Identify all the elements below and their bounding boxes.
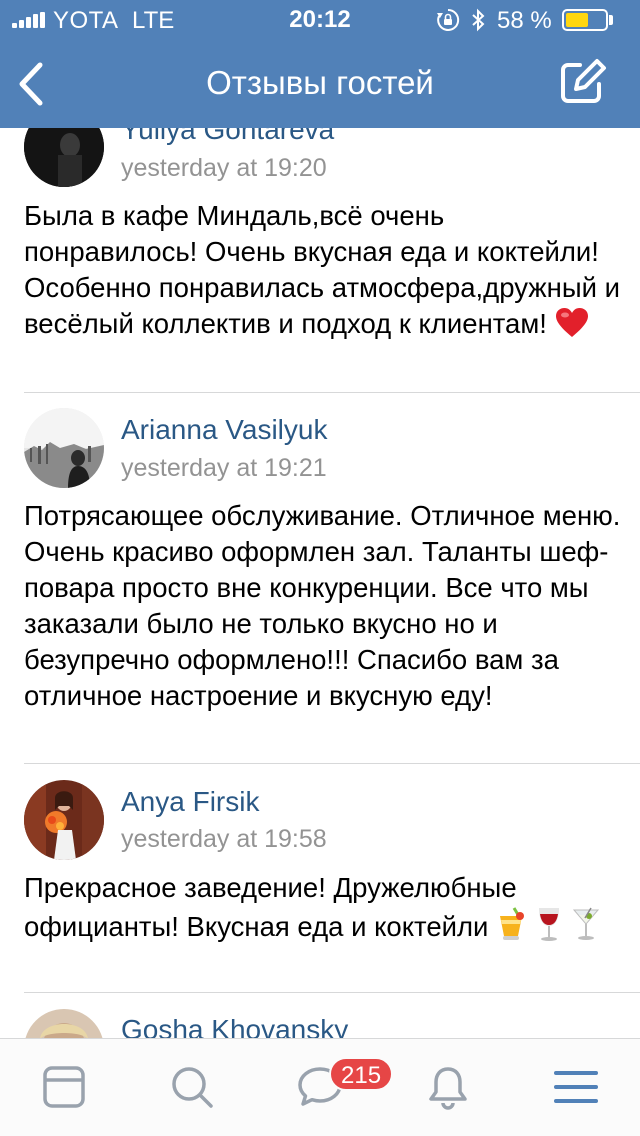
tropical-drink-icon	[496, 906, 526, 951]
bluetooth-icon	[470, 8, 486, 32]
review-time: yesterday at 19:20	[121, 154, 327, 182]
top-bar: YOTA LTE 20:12 58 % Отзывы гостей	[0, 0, 640, 128]
messages-badge: 215	[329, 1057, 394, 1091]
tab-news[interactable]	[40, 1063, 88, 1111]
battery-level	[566, 13, 588, 27]
review-text: Была в кафе Миндаль,всё очень понравилос…	[24, 198, 624, 348]
reviews-feed[interactable]: Yuliya Gontareva yesterday at 19:20 Была…	[0, 0, 640, 1136]
page-title: Отзывы гостей	[206, 64, 434, 101]
orientation-lock-icon	[436, 8, 460, 32]
divider	[24, 992, 640, 993]
review-text-content: Была в кафе Миндаль,всё очень понравилос…	[24, 200, 620, 339]
tab-bar	[0, 1038, 640, 1136]
review-text-content: Прекрасное заведение! Дружелюбные официа…	[24, 872, 517, 942]
divider	[24, 392, 640, 393]
search-icon	[172, 1067, 213, 1108]
compose-icon	[561, 59, 606, 103]
avatar[interactable]	[24, 408, 104, 488]
review-time: yesterday at 19:58	[121, 825, 327, 853]
review-time: yesterday at 19:21	[121, 454, 327, 482]
red-heart-icon	[555, 307, 589, 348]
news-icon	[43, 1066, 85, 1108]
battery-tip	[609, 15, 613, 25]
review-author[interactable]: Arianna Vasilyuk	[121, 414, 327, 446]
review-text: Потрясающее обслуживание. Отличное меню.…	[24, 500, 621, 711]
review-text: Прекрасное заведение! Дружелюбные официа…	[24, 870, 624, 951]
compose-button[interactable]	[556, 56, 608, 108]
tab-notifications[interactable]	[424, 1063, 472, 1111]
divider	[24, 763, 640, 764]
wine-glass-icon	[534, 906, 564, 951]
battery-icon	[562, 9, 608, 31]
review-author[interactable]: Anya Firsik	[121, 786, 259, 818]
battery-percent: 58 %	[497, 7, 552, 34]
cocktail-glass-icon	[571, 906, 601, 951]
status-bar: YOTA LTE 20:12 58 %	[0, 0, 640, 40]
avatar[interactable]	[24, 780, 104, 860]
tab-search[interactable]	[168, 1063, 216, 1111]
nav-bar: Отзывы гостей	[0, 40, 640, 128]
bell-icon	[429, 1067, 467, 1110]
tab-menu[interactable]	[552, 1063, 600, 1111]
menu-icon	[554, 1071, 598, 1103]
